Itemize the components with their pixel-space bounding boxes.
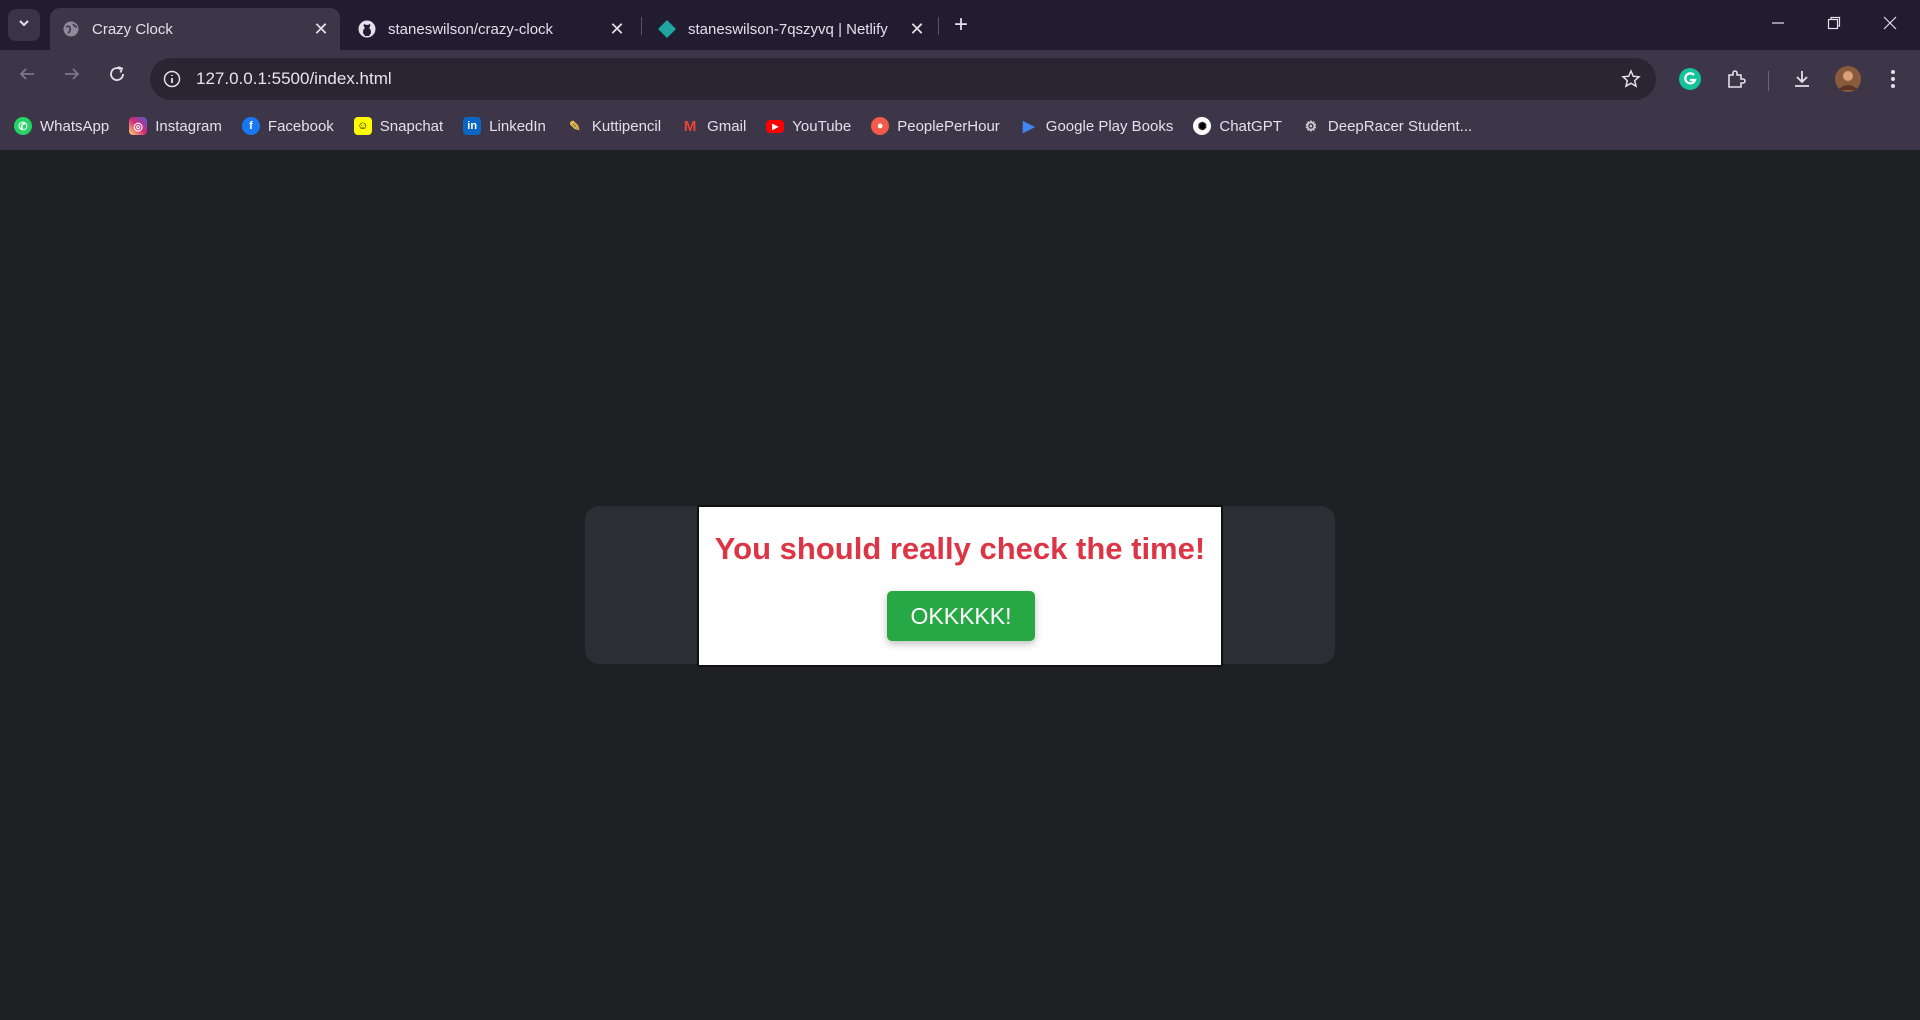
tab-separator: [938, 17, 939, 35]
ok-button[interactable]: OKKKKK!: [887, 591, 1035, 641]
address-bar[interactable]: 127.0.0.1:5500/index.html: [150, 58, 1656, 100]
minimize-button[interactable]: [1750, 0, 1806, 50]
facebook-icon: f: [241, 117, 260, 135]
bookmark-label: WhatsApp: [40, 117, 110, 135]
reload-icon: [108, 65, 126, 88]
page-content: You should really check the time! OKKKKK…: [0, 150, 1920, 1020]
restore-icon: [1827, 16, 1841, 35]
alert-message: You should really check the time!: [714, 531, 1206, 566]
tab-netlify[interactable]: staneswilson-7qszyvq | Netlify ✕: [646, 8, 936, 50]
downloads-icon[interactable]: [1787, 64, 1817, 94]
bookmark-instagram[interactable]: ◎ Instagram: [129, 110, 228, 142]
bookmark-gmail[interactable]: M Gmail: [681, 110, 752, 142]
bookmark-label: Facebook: [267, 117, 334, 135]
extensions-icon[interactable]: [1721, 64, 1751, 94]
alert-modal: You should really check the time! OKKKKK…: [697, 505, 1223, 667]
github-icon: [358, 20, 376, 38]
bookmark-label: DeepRacer Student...: [1327, 117, 1473, 135]
back-button[interactable]: [9, 58, 45, 94]
close-tab-icon[interactable]: ✕: [606, 18, 628, 40]
whatsapp-icon: ✆: [14, 117, 32, 135]
minimize-icon: [1771, 16, 1785, 35]
bookmark-peopleperhour[interactable]: ● PeoplePerHour: [871, 110, 1006, 142]
bookmark-chatgpt[interactable]: ✺ ChatGPT: [1193, 110, 1288, 142]
tab-title: staneswilson-7qszyvq | Netlify: [688, 20, 888, 38]
chatgpt-icon: ✺: [1193, 117, 1212, 135]
forward-button[interactable]: [54, 58, 90, 94]
tab-separator: [641, 17, 642, 35]
forward-arrow-icon: [63, 65, 81, 88]
bookmark-facebook[interactable]: f Facebook: [241, 110, 340, 142]
bookmark-kuttipencil[interactable]: ✎ Kuttipencil: [566, 110, 667, 142]
close-tab-icon[interactable]: ✕: [906, 18, 928, 40]
bookmark-google-play-books[interactable]: ▶ Google Play Books: [1020, 110, 1180, 142]
bookmark-snapchat[interactable]: ☺ Snapchat: [353, 110, 449, 142]
youtube-icon: ▶: [766, 119, 785, 133]
tab-search-button[interactable]: [8, 9, 40, 41]
bookmark-label: Google Play Books: [1045, 117, 1174, 135]
bookmark-star-icon[interactable]: [1616, 64, 1646, 94]
bookmark-label: Snapchat: [379, 117, 444, 135]
close-window-button[interactable]: [1862, 0, 1918, 50]
new-tab-button[interactable]: +: [947, 11, 975, 39]
bookmark-label: Kuttipencil: [591, 117, 662, 135]
bookmark-label: ChatGPT: [1219, 117, 1282, 135]
google-play-books-icon: ▶: [1023, 118, 1035, 135]
pencil-icon: ✎: [569, 117, 581, 134]
tab-title: Crazy Clock: [92, 20, 173, 38]
linkedin-icon: in: [463, 117, 482, 135]
bookmarks-bar: ✆ WhatsApp ◎ Instagram f Facebook ☺ Snap…: [0, 102, 1920, 150]
tab-github[interactable]: staneswilson/crazy-clock ✕: [346, 8, 636, 50]
gmail-icon: M: [683, 117, 697, 135]
bookmark-label: LinkedIn: [489, 117, 546, 135]
menu-kebab-icon[interactable]: [1878, 64, 1908, 94]
peopleperhour-icon: ●: [871, 117, 890, 135]
bookmark-linkedin[interactable]: in LinkedIn: [463, 110, 552, 142]
instagram-icon: ◎: [129, 117, 148, 135]
bookmark-whatsapp[interactable]: ✆ WhatsApp: [14, 110, 115, 142]
tab-strip: Crazy Clock ✕ staneswilson/crazy-clock ✕…: [0, 0, 1920, 50]
bookmark-label: PeoplePerHour: [897, 117, 1000, 135]
restore-button[interactable]: [1806, 0, 1862, 50]
close-icon: [1883, 16, 1897, 35]
bookmark-label: YouTube: [792, 117, 852, 135]
bookmark-youtube[interactable]: ▶ YouTube: [766, 110, 857, 142]
bookmark-deepracer[interactable]: ⚙ DeepRacer Student...: [1302, 110, 1478, 142]
url-text: 127.0.0.1:5500/index.html: [196, 69, 392, 88]
profile-avatar[interactable]: [1833, 64, 1863, 94]
close-tab-icon[interactable]: ✕: [310, 18, 332, 40]
tab-title: staneswilson/crazy-clock: [388, 20, 554, 38]
snapchat-icon: ☺: [353, 117, 372, 135]
site-info-icon[interactable]: [160, 67, 184, 91]
netlify-icon: [658, 20, 676, 38]
globe-icon: [62, 20, 80, 38]
toolbar-divider: [1768, 71, 1769, 91]
back-arrow-icon: [18, 65, 36, 88]
chevron-down-icon: [17, 16, 31, 35]
bookmark-label: Gmail: [707, 117, 747, 135]
grammarly-icon[interactable]: [1675, 64, 1705, 94]
browser-toolbar: 127.0.0.1:5500/index.html: [0, 50, 1920, 102]
bookmark-label: Instagram: [155, 117, 222, 135]
deepracer-icon: ⚙: [1304, 117, 1318, 134]
plus-icon: +: [953, 11, 968, 38]
tab-crazy-clock[interactable]: Crazy Clock ✕: [50, 8, 340, 50]
reload-button[interactable]: [99, 58, 135, 94]
